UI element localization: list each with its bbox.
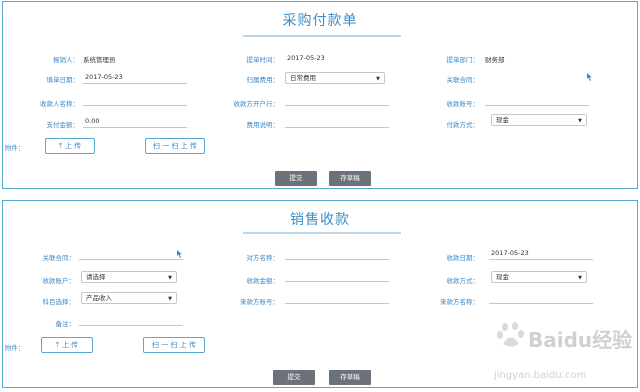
pointer-icon[interactable] — [585, 72, 593, 82]
expense-type-select[interactable]: 日常费用 ▼ — [285, 72, 385, 84]
chevron-down-icon: ▼ — [168, 275, 172, 281]
expense-desc-field[interactable] — [285, 114, 389, 128]
submit-time-label: 提单时间： — [246, 56, 280, 64]
expense-type-label: 归属费用： — [246, 76, 280, 84]
payee-name-label: 收款人名称： — [40, 100, 79, 108]
submit-time-value: 2017-05-23 — [287, 54, 325, 62]
upload-button[interactable]: ⤒ 上 传 — [45, 138, 95, 154]
payee-account-field[interactable] — [485, 92, 589, 106]
form-title: 采购付款单 — [282, 13, 358, 29]
attachment-label: 附件： — [5, 144, 25, 152]
chevron-down-icon: ▼ — [578, 275, 582, 281]
title-underline — [243, 232, 401, 234]
subject-label: 科目选择： — [42, 298, 76, 306]
amount-label: 支付金额： — [46, 121, 80, 129]
fill-date-field[interactable]: 2017-05-23 — [83, 70, 187, 84]
upload-label: 上 传 — [64, 142, 82, 150]
counterparty-field[interactable] — [285, 246, 389, 260]
pointer-icon[interactable] — [175, 249, 183, 259]
paw-logo-icon — [497, 322, 524, 347]
scan-upload-button[interactable]: 扫 一 扫 上 传 — [145, 138, 205, 154]
receipt-account-value: 请选择 — [86, 273, 106, 281]
pay-method-value: 现金 — [496, 116, 509, 124]
upload-icon: ⤒ — [55, 341, 59, 349]
pay-method-select[interactable]: 现金 ▼ — [491, 114, 587, 126]
fill-date-label: 填单日期： — [46, 76, 80, 84]
payee-bank-label: 收款方开户行： — [233, 100, 280, 108]
reporter-label: 报销人： — [53, 56, 79, 64]
scan-upload-button[interactable]: 扫 一 扫 上 传 — [143, 337, 205, 353]
submit-button[interactable]: 提交 — [273, 370, 315, 385]
receipt-amount-label: 收款金额： — [246, 277, 280, 285]
subject-select[interactable]: 产品收入 ▼ — [81, 292, 177, 304]
upload-button[interactable]: ⤒ 上 传 — [41, 337, 93, 353]
save-draft-button[interactable]: 存草稿 — [329, 370, 371, 385]
chevron-down-icon: ▼ — [578, 118, 582, 124]
department-label: 提单部门： — [446, 56, 480, 64]
form-title: 销售收款 — [290, 212, 350, 228]
contract-field[interactable] — [79, 246, 183, 260]
source-account-field[interactable] — [285, 290, 389, 304]
title-underline — [243, 35, 401, 37]
contract-label: 关联合同： — [42, 254, 76, 262]
receipt-date-label: 收款日期： — [446, 254, 480, 262]
receipt-method-select[interactable]: 现金 ▼ — [491, 271, 587, 283]
counterparty-label: 对方名称： — [246, 254, 280, 262]
payee-bank-field[interactable] — [285, 92, 389, 106]
source-name-label: 来款方名称： — [440, 298, 479, 306]
remark-label: 备注： — [55, 320, 76, 328]
contract-label: 关联合同： — [446, 76, 480, 84]
watermark-url: jingyan.baidu.com — [494, 370, 587, 381]
expense-desc-label: 费用说明： — [246, 121, 280, 129]
chevron-down-icon: ▼ — [376, 76, 380, 82]
subject-value: 产品收入 — [86, 294, 112, 302]
amount-field[interactable]: 0.00 — [83, 114, 187, 128]
save-draft-button[interactable]: 存草稿 — [329, 171, 371, 186]
attachment-label: 附件： — [5, 344, 25, 352]
upload-label: 上 传 — [61, 341, 79, 349]
submit-button[interactable]: 提交 — [275, 171, 317, 186]
receipt-method-label: 收款方式： — [446, 277, 480, 285]
contract-field[interactable] — [485, 70, 589, 84]
department-value: 财务部 — [485, 56, 505, 64]
receipt-amount-field[interactable] — [285, 268, 389, 282]
payee-name-field[interactable] — [83, 92, 187, 106]
watermark-brand: Baidu经验 — [528, 328, 633, 352]
expense-type-value: 日常费用 — [290, 74, 316, 82]
reporter-value: 系统管理员 — [83, 56, 116, 64]
upload-icon: ⤒ — [58, 142, 62, 150]
payee-account-label: 收款账号： — [446, 100, 480, 108]
receipt-account-label: 收款账户： — [42, 277, 76, 285]
purchase-payment-form: 采购付款单 报销人： 系统管理员 提单时间： 2017-05-23 提单部门： … — [2, 1, 638, 189]
source-account-label: 来款方账号： — [240, 298, 279, 306]
pay-method-label: 付款方式： — [446, 121, 480, 129]
receipt-method-value: 现金 — [496, 273, 509, 281]
baidu-watermark: Baidu经验 jingyan.baidu.com — [484, 318, 634, 388]
receipt-account-select[interactable]: 请选择 ▼ — [81, 271, 177, 283]
receipt-date-field[interactable]: 2017-05-23 — [489, 246, 593, 260]
chevron-down-icon: ▼ — [168, 296, 172, 302]
remark-field[interactable] — [79, 312, 183, 326]
source-name-field[interactable] — [489, 290, 593, 304]
